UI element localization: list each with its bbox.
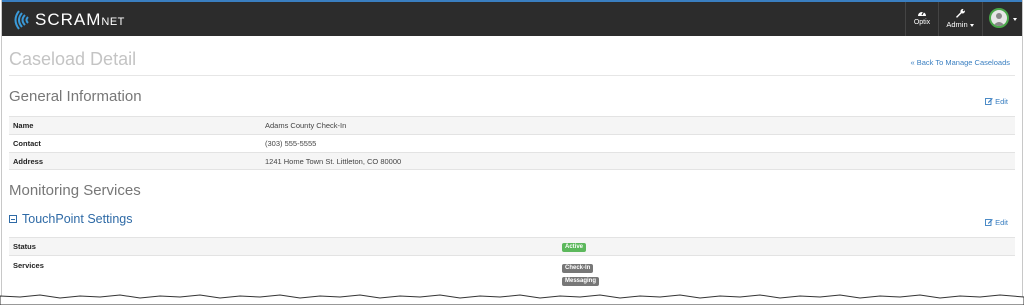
wrench-icon [956,8,965,18]
chevron-down-icon [1013,18,1017,21]
info-row-contact: Contact (303) 555-5555 [9,134,1015,152]
avatar [989,8,1009,28]
monitoring-services-heading: Monitoring Services [9,182,141,199]
services-list: Check-In Messaging [562,262,600,286]
brand-logo[interactable]: SCRAMNET [10,9,125,31]
general-edit-label: Edit [995,97,1008,106]
row-key: Address [13,156,44,166]
info-row-address: Address 1241 Home Town St. Littleton, CO… [9,152,1015,170]
service-badge: Check-In [562,264,594,273]
nav-divider [905,2,906,36]
row-key: Contact [13,139,41,148]
edit-icon [985,98,993,105]
status-value: Active [562,241,587,252]
row-value: 1241 Home Town St. Littleton, CO 80000 [265,156,402,166]
touchpoint-settings-toggle[interactable]: TouchPoint Settings [9,212,133,226]
touchpoint-edit-label: Edit [995,218,1008,227]
admin-label: Admin [946,20,968,29]
general-edit-button[interactable]: Edit [985,97,1008,106]
row-value: Adams County Check-In [265,121,347,130]
back-to-caseloads-link[interactable]: « Back To Manage Caseloads [910,58,1010,67]
collapse-icon [9,215,17,223]
page-title: Caseload Detail [9,49,137,69]
top-navbar: SCRAMNET Optix Admin [2,0,1022,36]
info-row-name: Name Adams County Check-In [9,116,1015,134]
torn-edge [0,294,1024,305]
service-badge: Messaging [562,277,600,286]
status-badge: Active [562,243,587,252]
chevron-down-icon [969,23,974,27]
touchpoint-settings-title: TouchPoint Settings [22,212,133,226]
status-row: Status Active [9,237,1015,255]
app-frame: SCRAMNET Optix Admin Caseload Detail « B… [1,0,1023,298]
optix-menu[interactable]: Optix [908,8,936,26]
admin-menu[interactable]: Admin [940,8,980,29]
row-value: (303) 555-5555 [265,139,317,148]
row-key: Services [13,261,44,270]
brand-name: SCRAMNET [35,10,125,29]
gauge-icon [918,10,926,16]
row-key: Name [13,121,34,130]
edit-icon [985,219,993,226]
general-information-heading: General Information [9,88,142,105]
user-menu[interactable] [985,6,1019,34]
optix-label: Optix [913,19,931,26]
row-key: Status [13,242,36,251]
user-icon [993,13,1005,26]
touchpoint-edit-button[interactable]: Edit [985,218,1008,227]
nav-divider [982,2,983,36]
divider [9,75,1015,76]
nav-divider [938,2,939,36]
services-row: Services Check-In Messaging [9,255,1015,286]
scram-logo-icon [14,10,29,30]
